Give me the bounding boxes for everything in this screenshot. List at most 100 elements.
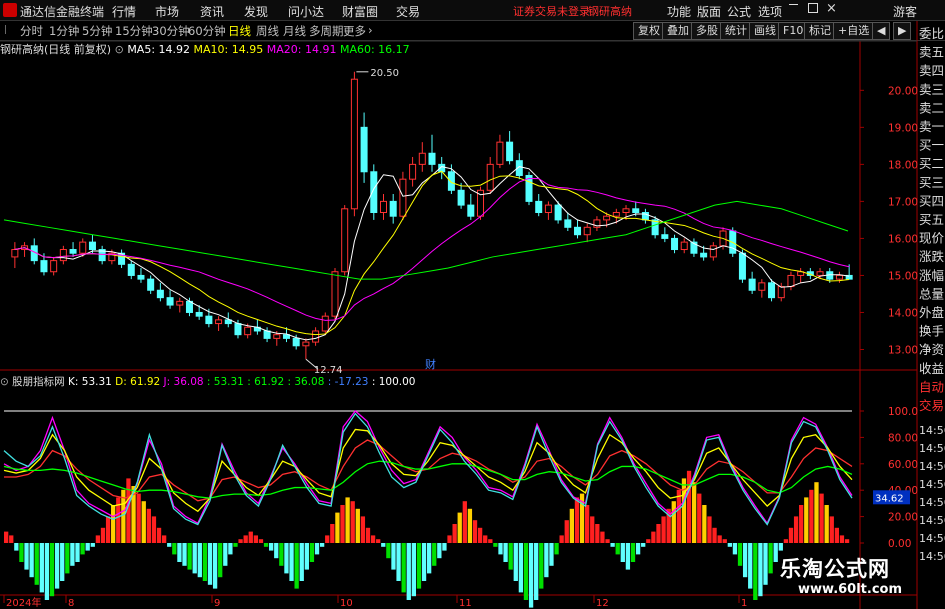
side-panel-label: 卖五 — [919, 45, 944, 60]
histogram-bar — [141, 501, 146, 543]
candle-body — [360, 126, 368, 173]
low-price-label: 12.74 — [314, 365, 343, 376]
histogram-bar — [493, 543, 498, 547]
side-panel-time: 14:56 — [919, 460, 945, 473]
histogram-bar — [814, 482, 819, 543]
candle-body — [69, 249, 77, 254]
candle-body — [176, 300, 184, 306]
candle-body — [738, 252, 746, 280]
candle-body — [389, 200, 397, 217]
histogram-bar — [722, 539, 727, 543]
histogram-bar — [4, 531, 9, 543]
candle-body — [777, 286, 785, 299]
candle-body — [50, 260, 58, 273]
candle-body — [428, 152, 436, 165]
histogram-bar — [483, 535, 488, 543]
histogram-bar — [702, 505, 707, 543]
histogram-bar — [503, 543, 508, 562]
histogram-bar — [19, 543, 24, 562]
candle-body — [816, 271, 824, 276]
candle-body — [544, 204, 552, 214]
histogram-bar — [233, 543, 238, 547]
histogram-bar — [325, 535, 330, 543]
histogram-bar — [111, 505, 116, 543]
candle-body — [40, 260, 48, 273]
histogram-bar — [447, 535, 452, 543]
watermark-title: 乐淘公式网 — [780, 557, 890, 581]
histogram-bar — [427, 543, 432, 574]
ma-line-ma5 — [14, 166, 850, 341]
candle-body — [350, 78, 358, 210]
histogram-bar — [60, 543, 65, 581]
side-panel-label: 卖四 — [919, 63, 944, 78]
side-panel-label: 总量 — [919, 286, 944, 301]
histogram-bar — [187, 543, 192, 570]
candle-body — [574, 226, 582, 236]
watermark-url: www.60lt.com — [798, 582, 903, 597]
histogram-bar — [528, 543, 534, 608]
candle-body — [709, 245, 717, 258]
histogram-bar — [584, 505, 590, 543]
side-panel-label: 换手 — [919, 324, 944, 339]
indicator-axis-label: 20.00 — [888, 512, 918, 524]
candle-body — [554, 204, 562, 221]
histogram-bar — [809, 489, 814, 543]
price-axis-label: 13.00 — [888, 344, 918, 356]
histogram-bar — [24, 543, 29, 570]
histogram-bar — [564, 520, 569, 543]
side-panel-label: 涨跌 — [919, 249, 945, 264]
histogram-bar — [518, 543, 524, 593]
histogram-bar — [90, 543, 95, 547]
histogram-bar — [732, 543, 738, 555]
histogram-bar — [819, 493, 824, 543]
histogram-bar — [172, 543, 177, 555]
kline-chart[interactable]: 20.00 19.00 18.00 17.00 16.00 15.00 14.00 13.00… — [0, 0, 945, 609]
candle-body — [758, 282, 766, 291]
candle-body — [156, 289, 164, 299]
histogram-bar — [748, 543, 753, 589]
candle-body — [244, 326, 252, 336]
histogram-bar — [753, 543, 758, 600]
histogram-bar — [498, 543, 503, 555]
current-value-label: 34.62 — [875, 493, 904, 504]
histogram-bar — [406, 543, 411, 600]
histogram-bar — [29, 543, 34, 578]
candle-body — [418, 152, 426, 165]
histogram-bar — [177, 543, 182, 562]
side-panel-label: 买三 — [919, 175, 944, 190]
histogram-bar — [243, 535, 248, 543]
histogram-bar — [477, 527, 483, 543]
candle-body — [379, 200, 388, 213]
side-panel-label: 卖二 — [919, 100, 944, 115]
side-panel-label: 委比 — [919, 26, 944, 41]
price-axis-label: 20.00 — [888, 85, 918, 97]
histogram-bar — [65, 543, 70, 574]
histogram-bar — [671, 501, 676, 543]
indicator-axis-label: 0.00 — [888, 538, 911, 550]
indicator-axis-label: 60.00 — [888, 459, 918, 471]
side-panel-label: 买一 — [919, 138, 944, 153]
side-panel-time: 14:56 — [919, 424, 945, 437]
histogram-bar — [488, 539, 493, 543]
candle-body — [661, 234, 669, 239]
histogram-bar — [248, 531, 253, 543]
histogram-bar — [590, 516, 595, 543]
side-panel-label: 外盘 — [919, 305, 944, 320]
histogram-bar — [319, 543, 325, 547]
histogram-bar — [610, 543, 615, 547]
histogram-bar — [365, 527, 371, 543]
date-axis-label: 10 — [340, 598, 353, 609]
candle-body — [88, 241, 96, 251]
side-panel-time: 14:56 — [919, 532, 945, 545]
histogram-bar — [783, 539, 789, 543]
candle-body — [127, 263, 135, 276]
histogram-bar — [105, 516, 111, 543]
candle-body — [331, 271, 339, 317]
side-panel-label: 现价 — [919, 231, 945, 246]
indicator-axis-label: 80.00 — [888, 432, 918, 444]
histogram-bar — [829, 516, 834, 543]
histogram-bar — [620, 543, 625, 562]
histogram-bar — [462, 501, 467, 543]
histogram-bar — [350, 501, 355, 543]
side-panel-time: 14:56 — [919, 496, 945, 509]
